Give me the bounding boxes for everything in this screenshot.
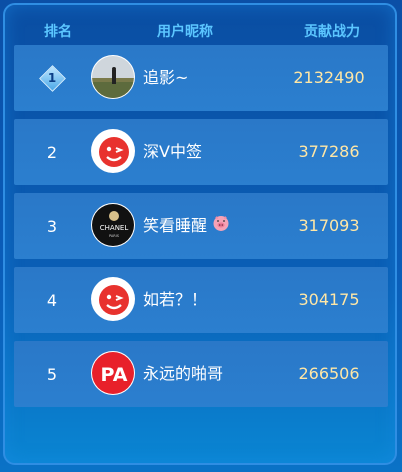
table-row[interactable]: 4 如若？！ 304175 (14, 267, 388, 333)
user-name: 深V中签 (143, 142, 202, 161)
rank-number: 1 (47, 71, 57, 85)
avatar[interactable] (91, 129, 135, 173)
avatar[interactable]: PA (91, 351, 135, 395)
score-value: 266506 (298, 364, 360, 383)
table-row[interactable]: 3 CHANEL PARIS 笑看睡醒 317093 (14, 193, 388, 259)
avatar[interactable] (91, 277, 135, 321)
avatar[interactable] (91, 55, 135, 99)
user-name-text: 笑看睡醒 (143, 216, 208, 235)
table-row[interactable]: 5 PA 永远的啪哥 266506 (14, 341, 388, 407)
rank-number: 2 (46, 142, 58, 162)
rank-column-header: 排名 (44, 24, 72, 40)
score-value: 2132490 (293, 68, 365, 87)
svg-text:PARIS: PARIS (109, 234, 120, 238)
user-name: 如若？！ (143, 290, 208, 309)
rank-number: 5 (46, 364, 58, 384)
rank-number: 3 (46, 216, 58, 236)
rank-cell: 1 (14, 45, 90, 111)
name-column-header: 用户昵称 (157, 24, 213, 40)
score-column-header: 贡献战力 (304, 24, 360, 40)
svg-text:PA: PA (101, 364, 128, 386)
user-name: 追影~ (143, 68, 189, 87)
table-row[interactable]: 1 追影~ 2132490 (14, 45, 388, 111)
score-value: 317093 (298, 216, 360, 235)
table-row[interactable]: 2 深V中签 377286 (14, 119, 388, 185)
rank-badge-icon: 1 (39, 65, 66, 92)
user-name: 笑看睡醒 (143, 193, 230, 259)
avatar[interactable]: CHANEL PARIS (91, 203, 135, 247)
svg-text:CHANEL: CHANEL (100, 224, 129, 232)
score-value: 304175 (298, 290, 360, 309)
score-value: 377286 (298, 142, 360, 161)
pig-face-icon (212, 194, 230, 260)
rank-number: 4 (46, 290, 58, 310)
user-name: 永远的啪哥 (143, 364, 224, 383)
